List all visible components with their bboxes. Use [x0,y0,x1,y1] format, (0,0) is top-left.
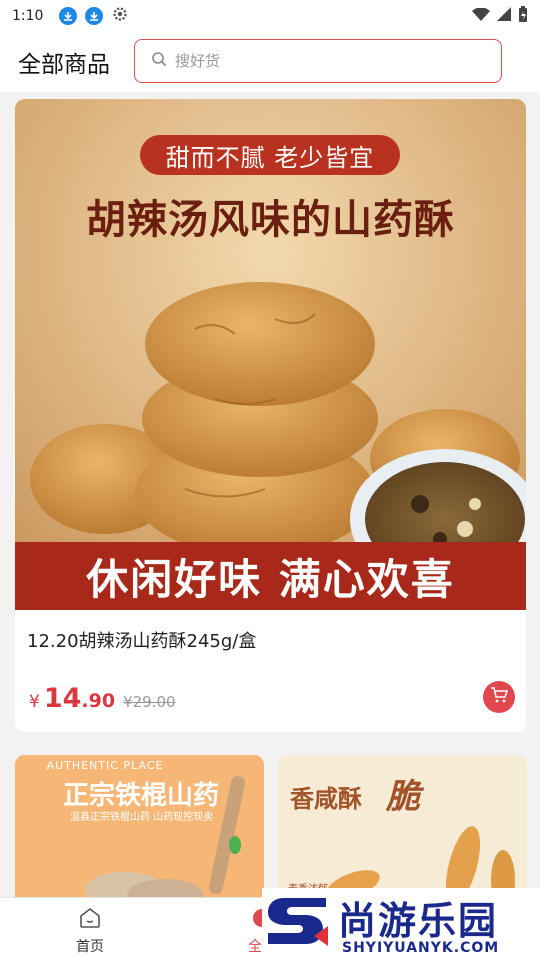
search-icon [151,51,167,71]
watermark-domain: SHYIYUANYK.COM [342,940,500,956]
banner-illustration [15,99,526,610]
add-to-cart-button[interactable] [483,681,515,713]
page-title: 全部商品 [18,52,110,78]
card-accent-text: 脆 [386,777,420,817]
status-time: 1:10 [12,8,44,24]
original-price: ¥29.00 [123,693,176,711]
cart-icon [490,686,509,708]
price-currency: ¥ [29,692,40,712]
product-name[interactable]: 12.20胡辣汤山药酥245g/盒 [27,627,256,653]
tab-label: 首页 [76,939,104,955]
product-card[interactable]: AUTHENTIC PLACE 正宗铁棍山药 温县正宗铁棍山药 山药现挖现卖 [15,755,264,897]
tab-home[interactable]: 首页 [60,906,120,956]
product-price: ¥ 14 .90 ¥29.00 [29,683,176,714]
top-header: 全部商品 [0,32,540,92]
product-list[interactable]: 甜而不腻 老少皆宜 胡辣汤风味的山药酥 休闲好味 满心欢喜 12.20胡辣汤山药… [0,92,540,897]
download-icon [85,7,104,25]
banner-tag: 甜而不腻 老少皆宜 [140,135,400,175]
watermark: 尚游乐园 SHYIYUANYK.COM [262,888,540,960]
featured-product-card[interactable]: 甜而不腻 老少皆宜 胡辣汤风味的山药酥 休闲好味 满心欢喜 12.20胡辣汤山药… [15,99,526,732]
card-title: 正宗铁棍山药 [63,781,220,811]
watermark-logo [268,898,328,946]
settings-gear-icon [111,5,129,27]
price-decimal: .90 [81,690,116,712]
card-title: 香咸酥 [290,785,362,813]
watermark-title: 尚游乐园 [338,899,499,943]
product-banner-image[interactable]: 甜而不腻 老少皆宜 胡辣汤风味的山药酥 休闲好味 满心欢喜 [15,99,526,610]
search-box[interactable] [134,39,502,83]
battery-icon [518,5,528,27]
status-bar: 1:10 [0,0,540,32]
app-screen: 1:10 全部商品 搜好货 甜而不腻 老少皆宜 胡辣汤风味的山药酥 休闲好味 满… [0,0,540,960]
download-icon [59,7,78,25]
banner-title: 胡辣汤风味的山药酥 [86,197,455,243]
search-input[interactable] [175,52,475,70]
card-eng-caption: AUTHENTIC PLACE [46,759,164,772]
card-subtitle: 温县正宗铁棍山药 山药现挖现卖 [70,812,214,823]
home-icon [78,907,102,934]
price-integer: 14 [43,683,82,714]
wifi-icon [472,6,490,26]
signal-icon [496,6,512,26]
product-card[interactable]: 香咸酥 脆 麦香浓郁 [278,755,527,897]
banner-slogan: 休闲好味 满心欢喜 [15,542,526,610]
